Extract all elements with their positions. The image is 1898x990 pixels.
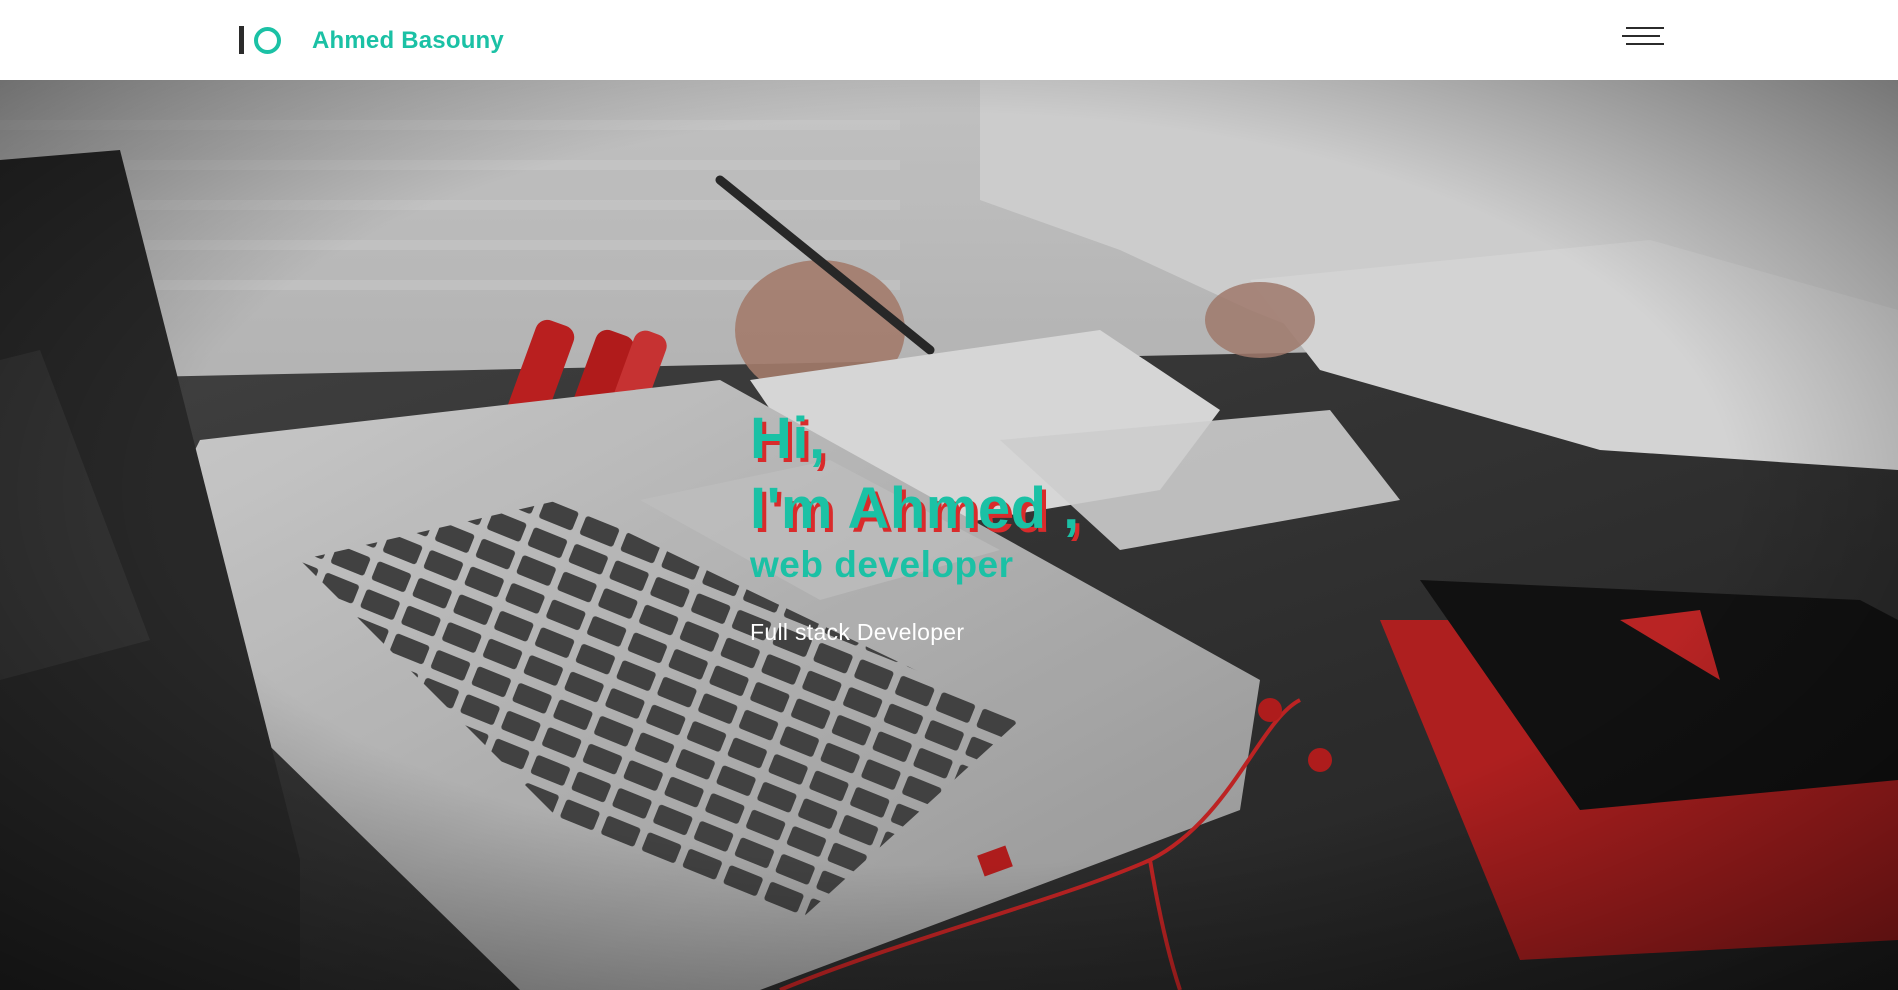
hamburger-menu-icon[interactable]: [1622, 24, 1664, 50]
menu-line-bottom: [1626, 43, 1664, 45]
menu-line-top: [1626, 27, 1664, 29]
hero-greeting: Hi,: [750, 406, 826, 471]
hero-subtitle: Full stack Developer: [750, 619, 965, 645]
hero-role: web developer: [750, 544, 1014, 585]
navbar: Ahmed Basouny: [0, 0, 1898, 80]
io-logo-icon[interactable]: [239, 26, 283, 54]
hero-intro: I'm Ahmed ,: [750, 476, 1080, 541]
logo-bar-shape: [239, 26, 244, 54]
hero-section: Hi, I'm Ahmed , web developer Full stack…: [0, 80, 1898, 990]
logo-ring-shape: [254, 27, 281, 54]
menu-line-middle: [1622, 35, 1660, 37]
brand-name-link[interactable]: Ahmed Basouny: [312, 26, 504, 56]
hero-content: Hi, I'm Ahmed , web developer Full stack…: [750, 405, 1080, 647]
